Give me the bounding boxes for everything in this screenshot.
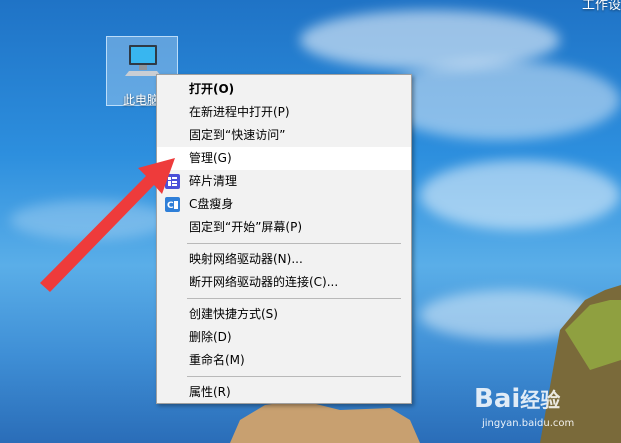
menu-item-pin-quick-access[interactable]: 固定到“快速访问”	[157, 124, 411, 147]
desktop-label-partial: 工作设	[581, 0, 621, 13]
menu-item-c-drive-slim[interactable]: C C盘瘦身	[157, 193, 411, 216]
this-pc-label: 此电脑	[123, 93, 160, 107]
menu-separator	[187, 376, 401, 377]
menu-item-label: C盘瘦身	[189, 197, 234, 211]
menu-item-label: 固定到“快速访问”	[189, 128, 286, 142]
menu-item-label: 删除(D)	[189, 330, 232, 344]
svg-text:C: C	[167, 201, 174, 211]
menu-item-pin-start[interactable]: 固定到“开始”屏幕(P)	[157, 216, 411, 239]
menu-item-label: 创建快捷方式(S)	[189, 307, 278, 321]
menu-item-label: 映射网络驱动器(N)...	[189, 252, 303, 266]
menu-item-properties[interactable]: 属性(R)	[157, 381, 411, 404]
menu-item-label: 碎片清理	[189, 174, 238, 188]
menu-item-map-network-drive[interactable]: 映射网络驱动器(N)...	[157, 248, 411, 271]
menu-item-label: 固定到“开始”屏幕(P)	[189, 220, 303, 234]
menu-item-label: 断开网络驱动器的连接(C)...	[189, 275, 339, 289]
menu-item-delete[interactable]: 删除(D)	[157, 326, 411, 349]
defrag-icon	[165, 174, 180, 189]
menu-item-manage[interactable]: 管理(G)	[157, 147, 411, 170]
menu-item-disconnect-network-drive[interactable]: 断开网络驱动器的连接(C)...	[157, 271, 411, 294]
watermark-url: jingyan.baidu.com	[482, 418, 575, 429]
desktop: 工作设 此电脑 打开(O) 在新进程中打开(P) 固定到“快速访问” 管理(G)…	[0, 0, 621, 443]
menu-item-rename[interactable]: 重命名(M)	[157, 349, 411, 372]
menu-item-defrag[interactable]: 碎片清理	[157, 170, 411, 193]
menu-item-label: 管理(G)	[189, 151, 232, 165]
menu-separator	[187, 243, 401, 244]
menu-item-label: 重命名(M)	[189, 353, 245, 367]
menu-item-label: 打开(O)	[189, 82, 235, 96]
menu-item-open-new-process[interactable]: 在新进程中打开(P)	[157, 101, 411, 124]
baidu-watermark: Bai经验 jingyan.baidu.com	[474, 384, 574, 429]
context-menu: 打开(O) 在新进程中打开(P) 固定到“快速访问” 管理(G) 碎片清理 C …	[156, 74, 412, 404]
watermark-brand: Bai	[474, 384, 521, 414]
computer-icon	[125, 45, 161, 76]
disk-cleanup-icon: C	[165, 197, 180, 212]
menu-item-create-shortcut[interactable]: 创建快捷方式(S)	[157, 303, 411, 326]
menu-item-label: 在新进程中打开(P)	[189, 105, 290, 119]
menu-separator	[187, 298, 401, 299]
menu-item-open[interactable]: 打开(O)	[157, 78, 411, 101]
menu-item-label: 属性(R)	[189, 385, 231, 399]
watermark-brand-suffix: 经验	[520, 388, 561, 412]
